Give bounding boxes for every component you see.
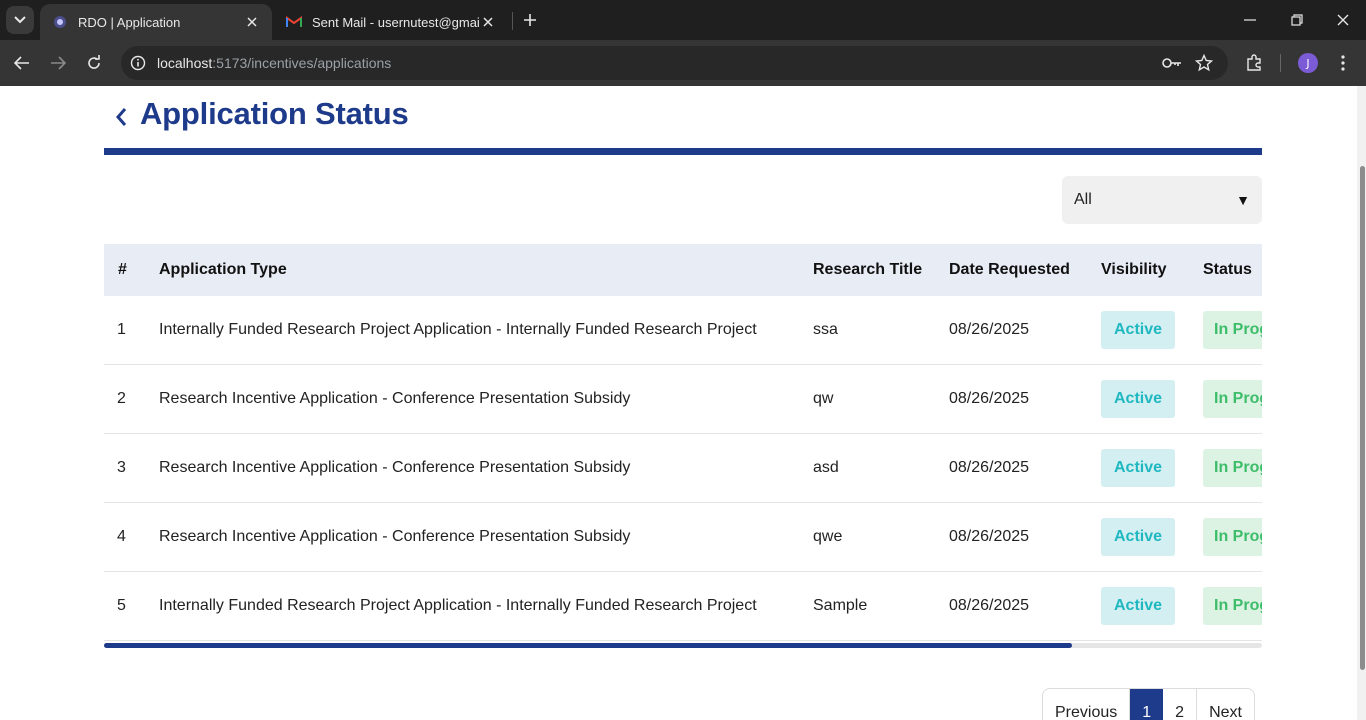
table-row[interactable]: 3 Research Incentive Application - Confe…	[104, 434, 1262, 503]
restore-button[interactable]	[1283, 6, 1311, 34]
browser-tab-rdo[interactable]: RDO | Application	[40, 4, 272, 40]
row-number: 1	[117, 321, 126, 338]
row-application-type: Internally Funded Research Project Appli…	[159, 321, 757, 338]
close-icon[interactable]	[244, 14, 260, 30]
table-scrollbar-thumb[interactable]	[104, 643, 1072, 648]
row-application-type: Internally Funded Research Project Appli…	[159, 597, 757, 614]
back-button[interactable]	[8, 49, 36, 77]
back-chevron-icon[interactable]	[110, 104, 132, 130]
minimize-icon	[1244, 19, 1256, 21]
status-badge: In Progress	[1203, 380, 1262, 418]
site-info-icon[interactable]	[129, 54, 147, 72]
close-icon	[1337, 14, 1349, 26]
row-application-type: Research Incentive Application - Confere…	[159, 390, 631, 407]
row-date-requested: 08/26/2025	[949, 597, 1030, 614]
reload-button[interactable]	[80, 49, 108, 77]
visibility-badge: Active	[1101, 380, 1175, 418]
arrow-left-icon	[14, 56, 29, 70]
row-research-title: Sample	[813, 597, 868, 614]
status-badge: In Progress	[1203, 449, 1262, 487]
row-date-requested: 08/26/2025	[949, 459, 1030, 476]
chevron-down-icon	[14, 16, 26, 24]
previous-page-button[interactable]: Previous	[1043, 689, 1131, 720]
filter-selected-value: All	[1074, 191, 1092, 208]
browser-menu-icon[interactable]	[1332, 52, 1354, 74]
row-number: 3	[117, 459, 126, 476]
rdo-favicon-icon	[52, 14, 68, 30]
row-research-title: qw	[813, 390, 834, 407]
new-tab-button[interactable]	[518, 8, 542, 32]
password-key-icon[interactable]	[1161, 52, 1183, 74]
table-header: # Application Type Research Title Date R…	[104, 244, 1262, 296]
visibility-badge: Active	[1101, 587, 1175, 625]
column-header-number: #	[118, 261, 127, 278]
row-date-requested: 08/26/2025	[949, 528, 1030, 545]
page-button-1[interactable]: 1	[1130, 689, 1164, 720]
profile-avatar[interactable]: J	[1298, 53, 1318, 73]
close-icon[interactable]	[480, 14, 496, 30]
row-research-title: asd	[813, 459, 839, 476]
column-header-visibility: Visibility	[1101, 261, 1167, 278]
url-text[interactable]: localhost:5173/incentives/applications	[157, 55, 391, 71]
title-divider	[104, 148, 1262, 155]
status-badge: In Progress	[1203, 518, 1262, 556]
visibility-badge: Active	[1101, 311, 1175, 349]
forward-button[interactable]	[44, 49, 72, 77]
tab-divider	[512, 12, 513, 30]
window-close-button[interactable]	[1329, 6, 1357, 34]
restore-icon	[1291, 14, 1303, 26]
column-header-application-type: Application Type	[159, 261, 287, 278]
bookmark-star-icon[interactable]	[1193, 52, 1215, 74]
row-number: 4	[117, 528, 126, 545]
status-badge: In Progress	[1203, 311, 1262, 349]
row-date-requested: 08/26/2025	[949, 390, 1030, 407]
table-row[interactable]: 2 Research Incentive Application - Confe…	[104, 365, 1262, 434]
page-content: Application Status All ▼ # Application T…	[0, 86, 1366, 720]
browser-tab-bar: RDO | Application Sent Mail - usernutest…	[0, 0, 1366, 40]
next-page-button[interactable]: Next	[1197, 689, 1254, 720]
column-header-date-requested: Date Requested	[949, 261, 1070, 278]
column-header-status: Status	[1203, 261, 1252, 278]
minimize-button[interactable]	[1236, 6, 1264, 34]
page-title: Application Status	[140, 96, 409, 131]
extensions-icon[interactable]	[1243, 52, 1265, 74]
table-row[interactable]: 4 Research Incentive Application - Confe…	[104, 503, 1262, 572]
tab-search-button[interactable]	[6, 6, 34, 34]
table-row[interactable]: 5 Internally Funded Research Project App…	[104, 572, 1262, 641]
visibility-badge: Active	[1101, 518, 1175, 556]
url-host: localhost	[157, 55, 213, 71]
row-date-requested: 08/26/2025	[949, 321, 1030, 338]
toolbar-divider	[1280, 54, 1281, 72]
visibility-badge: Active	[1101, 449, 1175, 487]
dropdown-arrow-icon: ▼	[1236, 192, 1250, 208]
page-button-2[interactable]: 2	[1163, 689, 1198, 720]
url-path: :5173/incentives/applications	[212, 55, 392, 71]
row-number: 2	[117, 390, 126, 407]
gmail-icon	[286, 14, 302, 30]
table-row[interactable]: 1 Internally Funded Research Project App…	[104, 296, 1262, 365]
row-application-type: Research Incentive Application - Confere…	[159, 528, 631, 545]
page-scrollbar-thumb[interactable]	[1360, 166, 1365, 670]
reload-icon	[88, 55, 100, 69]
row-research-title: ssa	[813, 321, 838, 338]
column-header-research-title: Research Title	[813, 261, 923, 278]
tab-title: RDO | Application	[78, 14, 181, 30]
applications-table: # Application Type Research Title Date R…	[104, 244, 1262, 648]
row-application-type: Research Incentive Application - Confere…	[159, 459, 631, 476]
status-filter-select[interactable]: All ▼	[1062, 176, 1262, 224]
row-number: 5	[117, 597, 126, 614]
browser-tab-gmail[interactable]: Sent Mail - usernutest@gmail.c	[274, 4, 508, 40]
tab-title: Sent Mail - usernutest@gmail.c	[312, 14, 480, 30]
pagination: Previous 1 2 Next	[1042, 688, 1255, 720]
arrow-right-icon	[51, 56, 66, 70]
row-research-title: qwe	[813, 528, 843, 545]
plus-icon	[524, 14, 536, 26]
status-badge: In Progress	[1203, 587, 1262, 625]
